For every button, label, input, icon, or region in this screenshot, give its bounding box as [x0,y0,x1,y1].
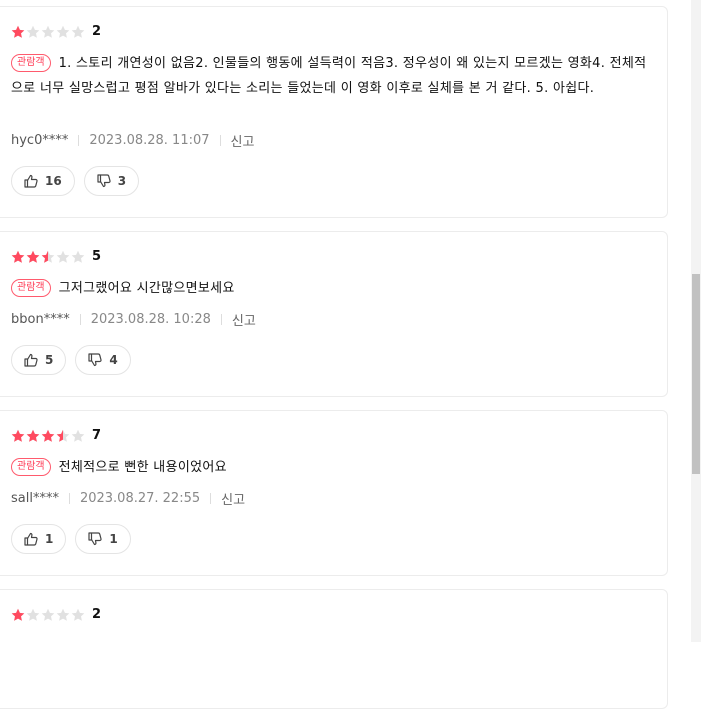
review-meta: sall**** 2023.08.27. 22:55 신고 [11,489,245,508]
star-icon [26,250,40,264]
viewer-badge: 관람객 [11,54,51,72]
vote-buttons: 1 1 [11,524,131,554]
star-rating: 2 [11,25,101,39]
dislike-button[interactable]: 4 [75,345,131,375]
user-id[interactable]: sall**** [11,491,59,506]
review-date: 2023.08.28. 11:07 [89,133,210,148]
dislike-button[interactable]: 3 [83,166,140,196]
star-icon [11,429,25,443]
thumbs-down-icon [88,353,102,367]
review-date: 2023.08.27. 22:55 [79,491,201,506]
review-meta: bbon**** 2023.08.28. 10:28 신고 [11,310,256,329]
report-link[interactable]: 신고 [221,489,245,508]
divider [68,493,70,504]
star-icon [56,429,70,443]
divider [220,314,222,325]
like-count: 16 [45,174,62,188]
rating-score: 5 [92,249,102,264]
star-icon [71,429,85,443]
report-link[interactable]: 신고 [232,310,256,329]
star-icon [26,429,40,443]
review-text: 1. 스토리 개연성이 없음2. 인물들의 행동에 설득력이 적음3. 정우성이… [11,56,647,96]
dislike-count: 3 [117,174,127,188]
thumbs-up-icon [24,174,38,188]
vote-buttons: 16 3 [11,166,140,196]
star-icon [71,608,85,622]
viewer-badge: 관람객 [11,458,51,476]
thumbs-down-icon [97,174,111,188]
review-text: 그저그랬어요 시간많으면보세요 [58,281,235,296]
user-id[interactable]: hyc0**** [11,133,68,148]
like-button[interactable]: 1 [11,524,67,554]
star-icon [26,608,40,622]
stars [11,250,86,264]
star-icon [11,25,25,39]
stars [11,429,86,443]
star-icon [41,250,55,264]
review-card: 5 관람객 그저그랬어요 시간많으면보세요 bbon**** 2023.08.28… [0,231,668,397]
report-link[interactable]: 신고 [231,131,255,150]
like-count: 1 [45,532,54,546]
star-rating: 7 [11,429,101,443]
star-icon [71,25,85,39]
star-icon [26,25,40,39]
review-card: 2 관람객 1. 스토리 개연성이 없음2. 인물들의 행동에 설득력이 적음3.… [0,6,668,218]
star-rating: 2 [11,608,101,622]
star-icon [56,25,70,39]
viewer-badge: 관람객 [11,279,51,297]
like-button[interactable]: 16 [11,166,75,196]
star-icon [41,429,55,443]
rating-score: 2 [92,607,102,622]
review-text-block: 관람객 전체적으로 뻔한 내용이었어요 [11,455,651,480]
divider [219,135,221,146]
star-icon [41,608,55,622]
divider [78,135,80,146]
stars [11,25,86,39]
thumbs-down-icon [88,532,102,546]
review-meta: hyc0**** 2023.08.28. 11:07 신고 [11,131,254,150]
dislike-count: 1 [109,532,118,546]
dislike-button[interactable]: 1 [75,524,131,554]
divider [79,314,81,325]
review-date: 2023.08.28. 10:28 [90,312,211,327]
star-icon [56,608,70,622]
vote-buttons: 5 4 [11,345,131,375]
review-card: 7 관람객 전체적으로 뻔한 내용이었어요 sall**** 2023.08.27… [0,410,668,576]
thumbs-up-icon [24,532,38,546]
review-card: 2 [0,589,668,709]
star-icon [71,250,85,264]
thumbs-up-icon [24,353,38,367]
star-icon [11,608,25,622]
stars [11,608,86,622]
scrollbar-thumb[interactable] [692,274,700,474]
dislike-count: 4 [109,353,118,367]
rating-score: 7 [92,428,102,443]
rating-score: 2 [92,24,102,39]
review-text: 전체적으로 뻔한 내용이었어요 [58,460,227,475]
like-button[interactable]: 5 [11,345,67,375]
review-text-block: 관람객 1. 스토리 개연성이 없음2. 인물들의 행동에 설득력이 적음3. 정… [11,51,651,101]
user-id[interactable]: bbon**** [11,312,70,327]
star-icon [41,25,55,39]
divider [210,493,212,504]
star-icon [56,250,70,264]
star-icon [11,250,25,264]
review-text-block: 관람객 그저그랬어요 시간많으면보세요 [11,276,651,301]
star-rating: 5 [11,250,101,264]
like-count: 5 [45,353,54,367]
